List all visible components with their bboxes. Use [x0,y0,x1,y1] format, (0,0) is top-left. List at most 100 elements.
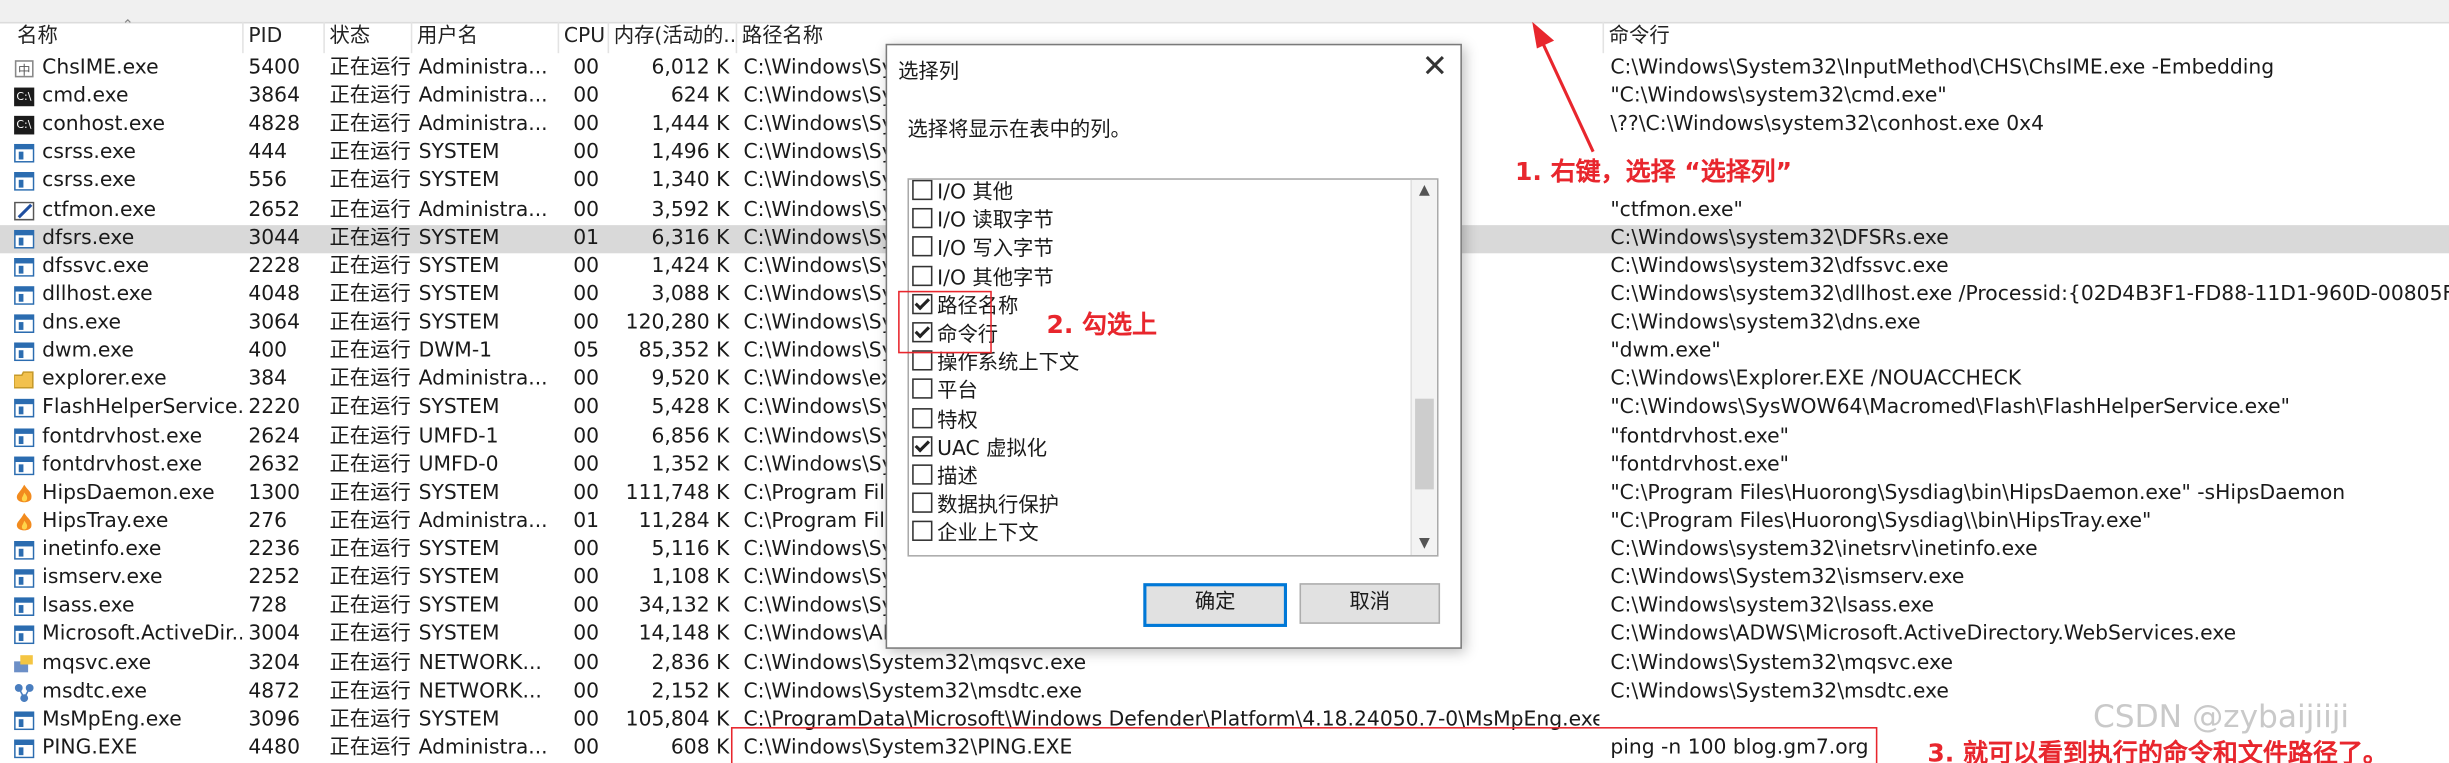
cell-name: ctfmon.exe [42,197,156,222]
checkbox-unchecked[interactable] [912,208,933,229]
app-icon [14,427,35,447]
app-icon [14,172,35,192]
cell-pid: 3064 [248,311,301,335]
cell-cpu: 00 [573,56,600,80]
column-option[interactable]: UAC 虚拟化 [912,435,1048,464]
cell-user: NETWORK... [418,651,542,675]
cell-pid: 728 [248,594,288,618]
column-header-username[interactable]: 用户名 [412,21,560,54]
app-icon [14,456,35,475]
cell-user: SYSTEM [418,481,500,505]
cell-user: SYSTEM [418,141,500,165]
table-row[interactable]: mqsvc.exe 3204 正在运行 NETWORK... 00 2,836 K C:\W… [0,650,2449,678]
cell-path: C:\Windows\System32\mqsvc.exe [743,651,1087,675]
column-option[interactable]: 特权 [912,407,978,435]
checkbox-unchecked[interactable] [912,492,933,514]
cell-cpu: 00 [573,112,600,137]
column-option-label: 特权 [937,409,978,433]
checkbox-unchecked[interactable] [912,464,933,485]
checkbox-unchecked[interactable] [912,265,933,286]
column-option[interactable]: I/O 写入字节 [912,236,1054,265]
cell-user: SYSTEM [418,622,500,647]
column-header-name[interactable]: 名称 [12,21,244,54]
column-option-label: I/O 读取字节 [937,209,1054,234]
cell-mem: 1,444 K [651,112,730,137]
scroll-up-icon[interactable]: ▲ [1412,183,1437,199]
column-option[interactable]: 平台 [912,378,978,407]
column-option[interactable]: 操作系统上下文 [912,350,1079,379]
cell-mem: 34,132 K [638,594,730,618]
cell-status: 正在运行 [329,226,411,250]
cell-cpu: 00 [573,707,600,732]
column-option[interactable]: 数据执行保护 [912,492,1059,521]
checkbox-unchecked[interactable] [912,179,933,201]
checkbox-unchecked[interactable] [912,521,933,542]
column-option-label: 平台 [937,380,978,404]
scroll-down-icon[interactable]: ▼ [1412,536,1437,552]
column-checklist[interactable]: I/O 其他 I/O 读取字节 I/O 写入字节 I/O 其他字节 路径名称 命令行 操作系… [907,178,1439,557]
column-header-cpu[interactable]: CPU [559,21,610,54]
cell-cmd: "dwm.exe" [1610,339,1721,364]
cell-mem: 9,520 K [651,367,730,392]
checkbox-unchecked[interactable] [912,378,933,400]
cell-cmd: C:\Windows\ADWS\Microsoft.ActiveDirector… [1610,622,2237,647]
column-header-pid[interactable]: PID [244,21,325,54]
cell-status: 正在运行 [329,254,411,279]
cell-status: 正在运行 [329,141,411,165]
column-header-status[interactable]: 状态 [325,21,413,54]
cell-cmd: "fontdrvhost.exe" [1610,424,1789,449]
ok-button[interactable]: 确定 [1143,583,1288,627]
cell-user: SYSTEM [418,282,500,307]
cell-user: SYSTEM [418,707,500,732]
column-option[interactable]: I/O 读取字节 [912,208,1054,236]
cell-user: Administra... [418,367,548,392]
column-option-label: I/O 其他字节 [937,266,1054,291]
annotation-step3: 3. 就可以看到执行的命令和文件路径了。 [1927,737,2388,763]
table-row[interactable]: msdtc.exe 4872 正在运行 NETWORK... 00 2,152 K C:\W… [0,678,2449,706]
ping-row-highlight [730,727,1878,763]
column-option-label: I/O 其他 [937,181,1014,205]
cell-name: ChsIME.exe [42,56,159,80]
cell-status: 正在运行 [329,169,411,194]
column-header-memory[interactable]: 内存(活动的... [609,21,738,54]
cell-pid: 444 [248,141,288,165]
cell-cpu: 00 [573,396,600,420]
cell-cmd: "C:\Program Files\Huorong\Sysdiag\bin\Hi… [1610,481,2346,505]
cell-cpu: 00 [573,537,600,562]
checkbox-checked[interactable] [912,435,933,457]
cancel-button[interactable]: 取消 [1299,583,1441,624]
cell-user: Administra... [418,509,548,534]
cell-cpu: 00 [573,594,600,618]
column-option[interactable]: I/O 其他字节 [912,265,1054,293]
column-option[interactable]: 企业上下文 [912,521,1039,549]
column-option[interactable]: 描述 [912,464,978,492]
app-icon [14,569,35,589]
scrollbar-thumb[interactable] [1415,398,1434,490]
cell-user: SYSTEM [418,594,500,618]
app-icon [14,144,35,164]
ime-icon: 中 [14,60,34,78]
column-header-command-line[interactable]: 命令行 [1604,22,2449,53]
cell-mem: 624 K [670,84,730,109]
cell-name: ismserv.exe [42,566,163,590]
cell-status: 正在运行 [329,84,411,109]
cell-cmd: C:\Windows\system32\dns.exe [1610,311,1921,335]
column-option-label: UAC 虚拟化 [937,437,1048,461]
close-icon[interactable]: ✕ [1422,47,1448,85]
checkbox-unchecked[interactable] [912,350,933,371]
column-option-label: 企业上下文 [937,522,1039,547]
cell-cmd: C:\Windows\system32\dllhost.exe /Process… [1610,282,2449,307]
cell-pid: 2652 [248,197,301,222]
checkbox-unchecked[interactable] [912,407,933,428]
cell-pid: 3044 [248,226,301,250]
cell-user: UMFD-1 [418,424,499,449]
cell-pid: 384 [248,367,288,392]
cell-user: SYSTEM [418,226,500,250]
checkbox-unchecked[interactable] [912,236,933,258]
cell-pid: 2228 [248,254,301,279]
cell-user: SYSTEM [418,311,500,335]
svg-text:C:\: C:\ [16,90,31,103]
column-option[interactable]: I/O 其他 [912,179,1014,208]
checklist-scrollbar[interactable]: ▲ ▼ [1410,179,1437,556]
network-icon [14,683,34,702]
